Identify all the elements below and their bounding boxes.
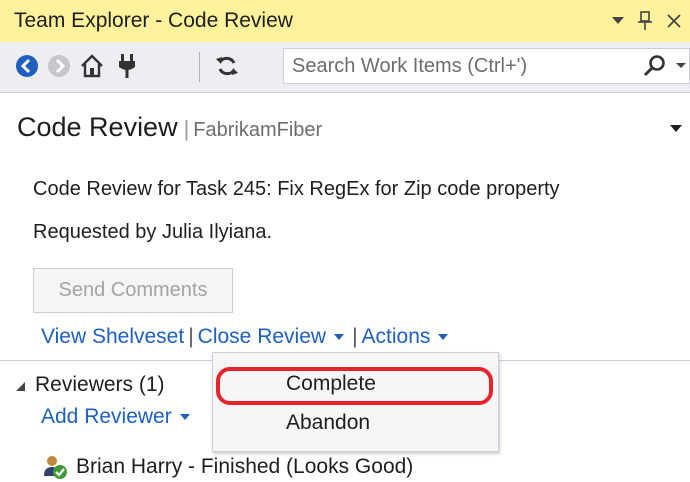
reviewer-approved-icon <box>44 456 67 479</box>
menu-item-complete[interactable]: Complete <box>213 367 498 401</box>
add-reviewer-link[interactable]: Add Reviewer <box>41 405 190 429</box>
search-input[interactable] <box>292 54 622 78</box>
send-comments-button[interactable]: Send Comments <box>33 268 233 313</box>
link-divider: | <box>352 325 358 348</box>
review-description: Code Review for Task 245: Fix RegEx for … <box>33 178 560 200</box>
window-title: Team Explorer - Code Review <box>14 9 293 32</box>
page-header: Code Review | FabrikamFiber <box>17 112 322 143</box>
toolbar <box>0 42 690 93</box>
reviewers-header[interactable]: Reviewers (1) <box>35 373 165 397</box>
requested-by: Requested by Julia Ilyiana. <box>33 221 273 243</box>
actions-link[interactable]: Actions <box>362 325 431 349</box>
project-name: FabrikamFiber <box>193 119 323 141</box>
collapse-triangle-icon[interactable] <box>16 382 25 391</box>
pin-icon[interactable] <box>638 0 652 42</box>
view-shelveset-link[interactable]: View Shelveset <box>41 325 184 349</box>
close-icon[interactable] <box>666 0 682 42</box>
menu-item-abandon[interactable]: Abandon <box>213 406 498 440</box>
search-icon[interactable] <box>642 53 668 84</box>
menu-item-label: Abandon <box>286 411 371 434</box>
add-reviewer-label[interactable]: Add Reviewer <box>41 405 172 428</box>
search-box[interactable] <box>283 48 690 84</box>
link-divider: | <box>188 325 194 348</box>
page-title: Code Review <box>17 112 178 142</box>
close-review-menu: Complete Abandon <box>212 352 499 452</box>
reviewer-list-item[interactable]: Brian Harry - Finished (Looks Good) <box>42 454 413 480</box>
actions-chevron-icon[interactable] <box>438 334 449 340</box>
home-icon[interactable] <box>78 52 106 80</box>
close-review-chevron-icon[interactable] <box>334 334 345 340</box>
action-links: View Shelveset | Close Review | Actions <box>41 325 449 349</box>
back-icon[interactable] <box>13 52 41 80</box>
menu-item-label: Complete <box>286 372 376 395</box>
search-options-chevron-icon[interactable] <box>676 63 686 68</box>
close-review-link[interactable]: Close Review <box>198 325 326 349</box>
refresh-icon[interactable] <box>213 52 241 80</box>
forward-icon[interactable] <box>45 52 73 80</box>
header-divider: | <box>183 116 190 141</box>
add-reviewer-chevron-icon[interactable] <box>179 414 190 421</box>
page-menu-chevron-icon[interactable] <box>670 125 682 132</box>
dropdown-arrow-icon[interactable] <box>612 0 624 42</box>
title-bar: Team Explorer - Code Review <box>0 0 690 42</box>
connect-icon[interactable] <box>113 52 141 80</box>
reviewer-name: Brian Harry - Finished (Looks Good) <box>76 455 414 478</box>
toolbar-separator <box>199 52 200 82</box>
